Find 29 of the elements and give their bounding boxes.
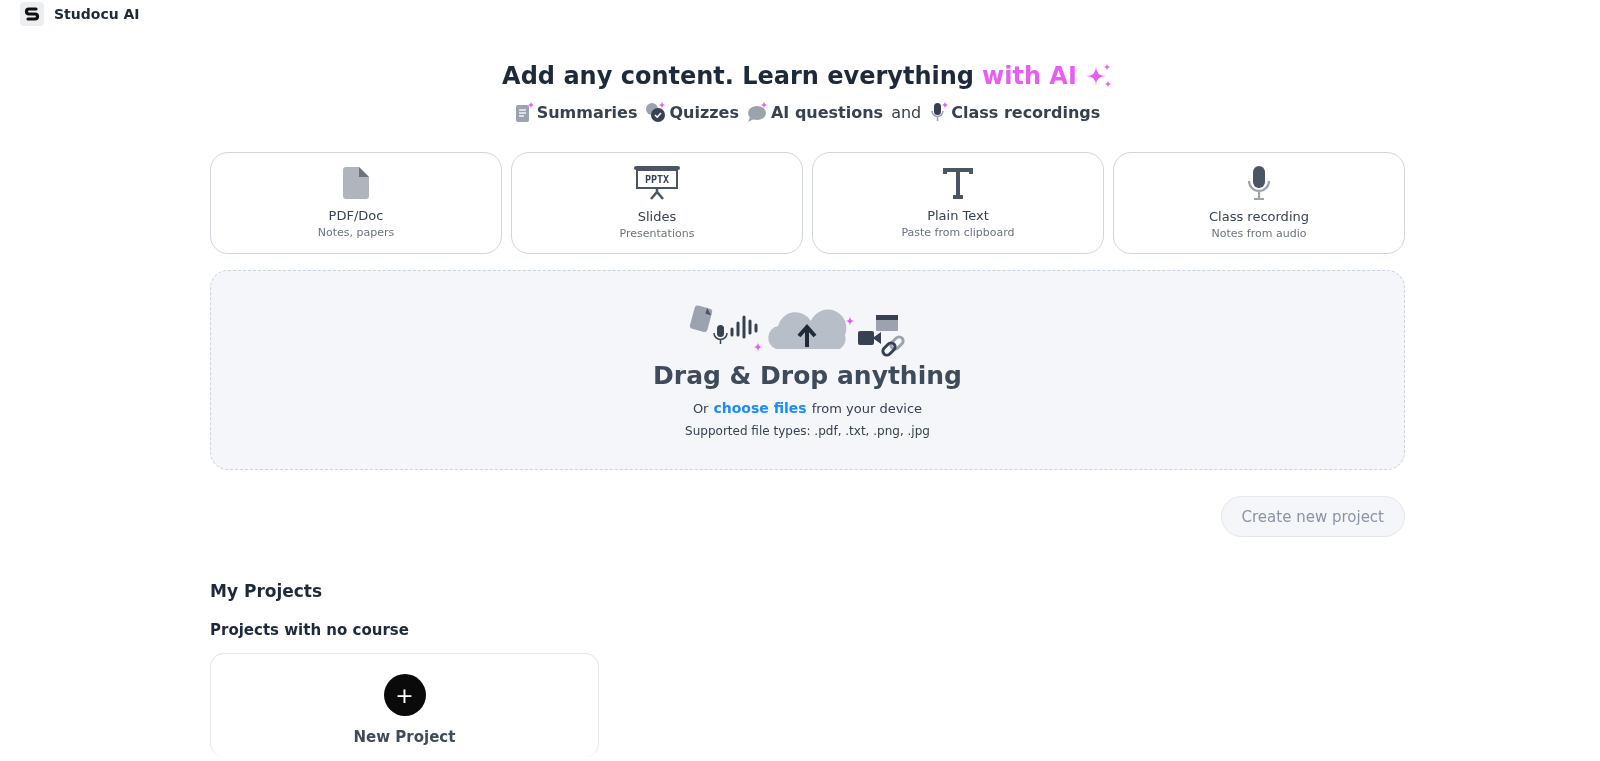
microphone-icon [929, 101, 950, 123]
source-card[interactable]: PPTX Slides Presentations [511, 152, 803, 254]
brand-name: Studocu AI [54, 6, 140, 22]
studocu-logo[interactable] [20, 2, 44, 26]
feature-label: AI questions [770, 102, 884, 122]
group-title: Projects with no course [210, 621, 410, 639]
section-title: My Projects [210, 581, 324, 601]
source-card[interactable]: Plain Text Paste from clipboard [812, 152, 1104, 254]
drop-title: Drag & Drop anything [653, 360, 962, 390]
quiz-check-icon [645, 101, 668, 123]
chat-bubble-icon [746, 101, 769, 123]
microphone-icon [1246, 166, 1272, 200]
feature-label: Class recordings [951, 102, 1101, 122]
drop-zone[interactable]: Drag & Drop anything Or choose files from your device Supported file types: .pdf, .txt, .png, .jpg [210, 270, 1405, 470]
add-button[interactable]: + [383, 674, 426, 716]
document-icon [514, 101, 535, 123]
choose-suffix: from your device [811, 400, 923, 416]
hero-title-highlight: with AI [982, 62, 1077, 90]
text-t-icon [943, 167, 973, 199]
supported-types: Supported file types: .pdf, .txt, .png, .jpg [685, 423, 930, 438]
feature-label: Summaries [536, 102, 638, 122]
new-project-label: New Project [353, 728, 456, 746]
feature-label: Quizzes [669, 102, 739, 122]
choose-prefix: Or [692, 400, 709, 416]
source-card[interactable]: PDF/Doc Notes, papers [210, 152, 502, 254]
feature-connector: and [891, 102, 922, 122]
hero-title: Add any content. Learn everything [502, 62, 975, 90]
file-icon [343, 167, 369, 199]
source-card[interactable]: Class recording Notes from audio [1113, 152, 1405, 254]
